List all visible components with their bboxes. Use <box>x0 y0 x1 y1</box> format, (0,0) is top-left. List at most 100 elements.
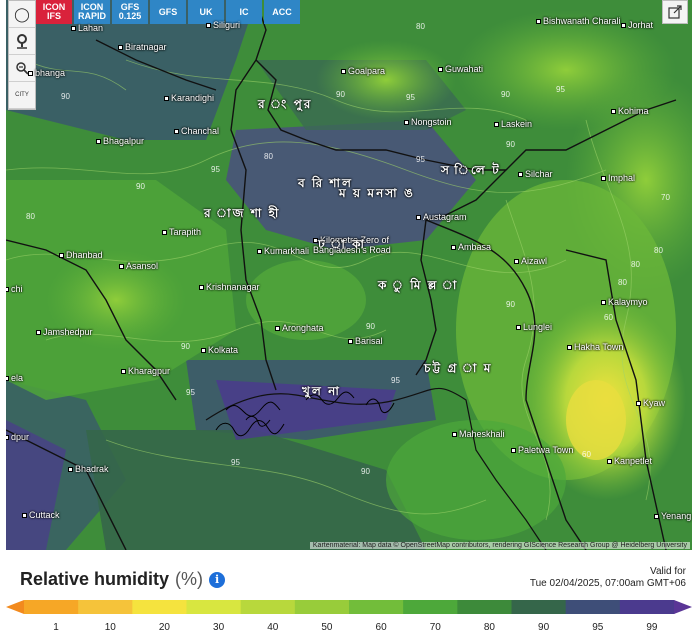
place-label: Dhanbad <box>59 250 103 260</box>
legend-tick-label: 80 <box>483 622 495 633</box>
place-name: Jorhat <box>628 20 654 30</box>
info-icon[interactable]: i <box>209 571 226 588</box>
map-tools: ◯ CITY <box>8 0 36 110</box>
model-button[interactable]: ICON IFS <box>36 0 72 24</box>
place-marker-icon <box>636 401 641 407</box>
legend-tick-label: 70 <box>429 622 441 633</box>
contour-value: 80 <box>416 22 425 31</box>
contour-value: 90 <box>501 90 510 99</box>
place-label: Bhagalpur <box>96 136 144 146</box>
place-name: Kanpetlet <box>614 456 653 466</box>
place-name: Kharagpur <box>128 366 171 376</box>
place-name: Asansol <box>126 261 159 271</box>
place-name: Jamshedpur <box>43 327 93 337</box>
contour-value: 95 <box>211 165 220 174</box>
location-pin-icon <box>17 34 27 49</box>
legend-swatch <box>24 600 79 614</box>
zoom-out-icon <box>16 62 29 75</box>
place-name: Kohima <box>618 106 649 116</box>
layer-title: Relative humidity (%) i <box>20 569 226 590</box>
place-name: Kyaw <box>643 398 666 408</box>
contour-value: 90 <box>136 182 145 191</box>
contour-value: 90 <box>181 342 190 351</box>
valid-for: Valid for Tue 02/04/2025, 07:00am GMT+06 <box>530 566 686 590</box>
legend-tick-label: 99 <box>646 622 658 633</box>
place-label: Aronghata <box>275 323 324 333</box>
place-marker-icon <box>201 348 206 354</box>
place-label: Lunglei <box>516 322 552 332</box>
place-marker-icon <box>164 96 169 102</box>
place-name: Bishwanath Charali <box>543 16 621 26</box>
legend-tick-label: 95 <box>592 622 604 633</box>
place-name: Krishnanagar <box>206 282 260 292</box>
locate-tool[interactable]: ◯ <box>9 1 35 28</box>
place-marker-icon <box>607 459 612 465</box>
place-name: Tarapith <box>169 227 202 237</box>
map-view[interactable]: ◯ CITY ICON IFS ICON RAPID GFS 0.125 GFS UK I… <box>6 0 692 550</box>
contour-value: 80 <box>654 246 663 255</box>
place-name: Yenang <box>661 511 692 521</box>
city-tool[interactable]: CITY <box>9 82 35 109</box>
legend-swatch <box>186 600 242 614</box>
legend-swatch <box>294 600 350 614</box>
place-label: Lahan <box>71 23 103 33</box>
location-tool[interactable] <box>9 28 35 55</box>
place-marker-icon <box>567 345 572 351</box>
legend-swatch <box>565 600 621 614</box>
place-name: Nongstoin <box>411 117 452 127</box>
place-label: Jamshedpur <box>36 327 93 337</box>
place-name: Cuttack <box>29 510 60 520</box>
place-marker-icon <box>275 326 280 332</box>
place-label: Kolkata <box>201 345 238 355</box>
place-marker-icon <box>96 139 101 145</box>
legend-tick-label: 1 <box>53 622 59 633</box>
place-marker-icon <box>199 285 204 291</box>
legend-swatch <box>78 600 133 614</box>
model-button[interactable]: ICON RAPID <box>74 0 111 24</box>
place-label: Maheskhali <box>452 429 505 439</box>
place-marker-icon <box>518 172 523 178</box>
place-name: bhanga <box>35 68 66 78</box>
circle-icon: ◯ <box>14 5 30 22</box>
place-name: Silchar <box>525 169 553 179</box>
contour-value: 95 <box>556 85 565 94</box>
place-label: Nongstoin <box>404 117 452 127</box>
place-name: Austagram <box>423 212 467 222</box>
place-marker-icon <box>511 448 516 454</box>
model-button[interactable]: GFS <box>150 0 187 24</box>
place-marker-icon <box>494 122 499 128</box>
place-name: Lahan <box>78 23 104 33</box>
contour-value: 95 <box>186 388 195 397</box>
model-button[interactable]: GFS 0.125 <box>112 0 149 24</box>
place-name: Lunglei <box>523 322 553 332</box>
legend-tick-label: 90 <box>538 622 550 633</box>
place-label: Aizawl <box>514 256 547 266</box>
region-label: ঢ া কা <box>318 237 367 251</box>
place-marker-icon <box>601 176 606 182</box>
place-label: Guwahati <box>438 64 483 74</box>
place-marker-icon <box>452 432 457 438</box>
legend-swatch <box>132 600 187 614</box>
place-marker-icon <box>206 23 211 29</box>
place-label: ela <box>6 373 23 383</box>
place-marker-icon <box>119 264 124 270</box>
share-button[interactable] <box>662 0 688 24</box>
model-button[interactable]: ACC <box>264 0 301 24</box>
place-name: Maheskhali <box>459 429 505 439</box>
place-label: Kanpetlet <box>607 456 652 466</box>
model-selector: ICON IFS ICON RAPID GFS 0.125 GFS UK IC ACC <box>36 0 301 24</box>
place-label: Cuttack <box>22 510 60 520</box>
city-list-icon: CITY <box>15 92 29 98</box>
place-label: Goalpara <box>341 66 385 76</box>
place-marker-icon <box>36 330 41 336</box>
place-marker-icon <box>71 26 76 32</box>
legend-arrow-right <box>674 600 692 614</box>
place-label: Krishnanagar <box>199 282 260 292</box>
place-marker-icon <box>59 253 64 259</box>
legend-tick-label: 50 <box>321 622 333 633</box>
place-name: Kolkata <box>208 345 239 355</box>
place-marker-icon <box>516 325 521 331</box>
place-name: Kumarkhali <box>264 246 310 256</box>
legend-tick-label: 30 <box>213 622 225 633</box>
map-attribution[interactable]: Kartenmaterial: Map data © OpenStreetMap… <box>309 542 690 549</box>
